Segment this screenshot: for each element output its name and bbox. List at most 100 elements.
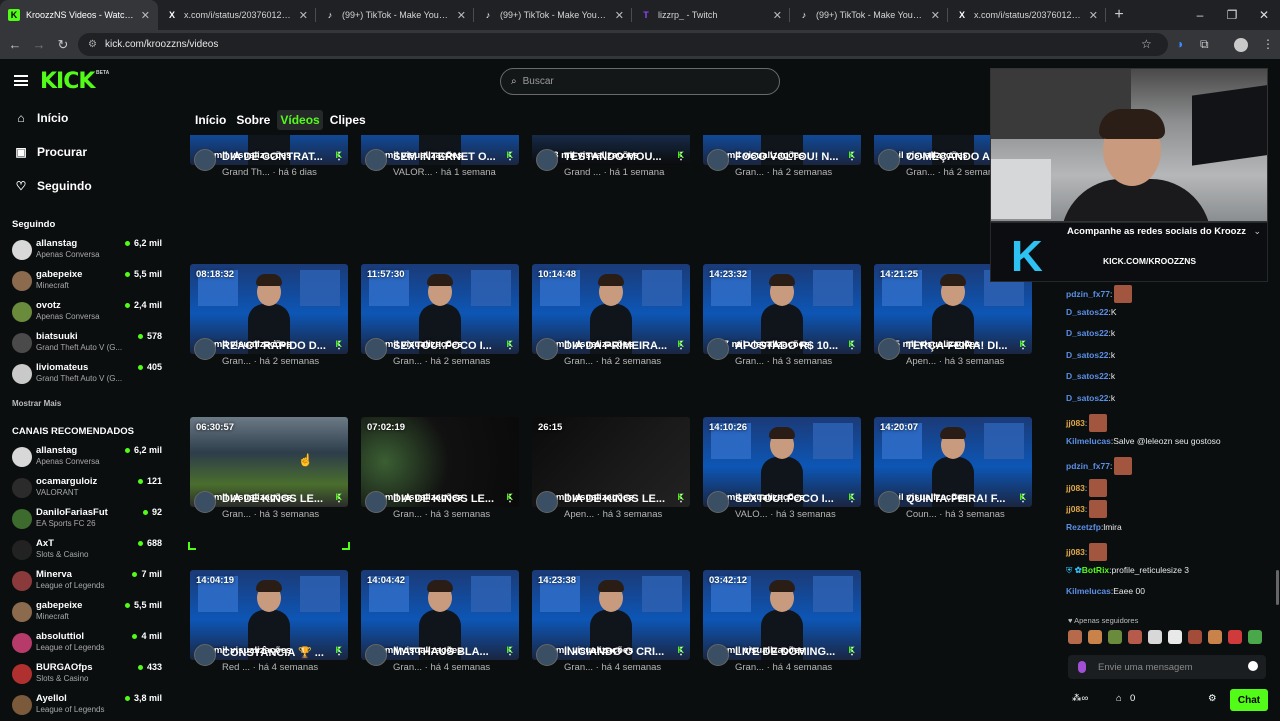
tab-clipes[interactable]: Clipes [327,110,369,130]
tab-close-icon[interactable]: ✕ [141,9,150,22]
social-banner[interactable]: Acompanhe as redes sociais do Kroozz ⌄ K… [990,222,1268,282]
video-menu-icon[interactable]: ⋮ [847,646,857,657]
minimize-icon[interactable]: – [1184,0,1216,30]
video-card[interactable]: 9,7 mil visualizações K DIA DE CONTRAT... ⋮… [188,135,350,215]
tab-close-icon[interactable]: ✕ [931,9,940,22]
browser-menu-icon[interactable]: ⋮ [1262,37,1274,51]
video-menu-icon[interactable]: ⋮ [334,151,344,162]
webcam-overlay[interactable] [990,68,1268,222]
chat-username[interactable]: pdzin_fx77 [1066,461,1110,471]
emote-icon[interactable] [1108,630,1122,644]
browser-tab[interactable]: Tlizzrp_ - Twitch ✕ [632,0,790,30]
tab-close-icon[interactable]: ✕ [299,9,308,22]
chat-send-button[interactable]: Chat [1230,689,1268,711]
channel-avatar[interactable] [536,338,558,360]
video-menu-icon[interactable]: ⋮ [334,493,344,504]
chat-username[interactable]: jj083 [1066,483,1085,493]
channel-avatar[interactable] [194,338,216,360]
tab-início[interactable]: Início [192,110,229,130]
browser-tab[interactable]: Xx.com/i/status/20376012475200 ✕ [158,0,316,30]
emote-icon[interactable] [1188,630,1202,644]
emoji-icon[interactable] [1248,661,1258,671]
channel-item[interactable]: gabepeixe Minecraft 5,5 mil [12,266,162,297]
channel-item[interactable]: liviomateus Grand Theft Auto V (G... 405 [12,359,162,390]
channel-avatar[interactable] [365,491,387,513]
video-menu-icon[interactable]: ⋮ [1018,493,1028,504]
channel-item[interactable]: allanstag Apenas Conversa 6,2 mil [12,442,162,473]
sidebar-nav-início[interactable]: ⌂ Início [14,111,164,125]
video-title[interactable]: SEXTOU! FOCO I... [393,340,503,352]
channel-item[interactable]: Minerva League of Legends 7 mil [12,566,162,597]
video-card[interactable]: 14:20:07 7 mil visualizações K QUINTA-FEIRA… [872,417,1034,557]
channel-avatar[interactable] [707,338,729,360]
emote-icon[interactable] [1228,630,1242,644]
chat-username[interactable]: Kilmelucas [1066,436,1111,446]
video-menu-icon[interactable]: ⋮ [1018,340,1028,351]
video-title[interactable]: SEXTOU! FOCO I... [735,493,845,505]
video-card[interactable]: 9,8 mil visualizações K FOCO VOLTOU! N... ⋮… [701,135,863,215]
video-card[interactable]: 11:57:30 9,9 mil visualizações K SEXTOU! FO… [359,264,521,404]
address-bar[interactable]: ⚙ kick.com/kroozzns/videos [78,33,1168,56]
video-card[interactable]: 8,3 mil visualizações K SEM INTERNET O... ⋮… [359,135,521,215]
video-menu-icon[interactable]: ⋮ [505,340,515,351]
chat-username[interactable]: jj083 [1066,547,1085,557]
chat-username[interactable]: pdzin_fx77 [1066,289,1110,299]
video-title[interactable]: SEM INTERNET O... [393,151,503,163]
reload-icon[interactable]: ↻ [51,37,75,53]
channel-item[interactable]: biatsuuki Grand Theft Auto V (G... 578 [12,328,162,359]
video-menu-icon[interactable]: ⋮ [334,340,344,351]
video-menu-icon[interactable]: ⋮ [676,493,686,504]
video-card[interactable]: 14:21:25 11,5 mil visualizações K TERÇA-FEI… [872,264,1034,404]
settings-gear-icon[interactable]: ⚙ [1208,693,1217,704]
infinity-icon[interactable]: ⁂∞ [1072,693,1088,704]
emote-icon[interactable] [1068,630,1082,644]
emote-icon[interactable] [1088,630,1102,644]
chevron-down-icon[interactable]: ⌄ [1253,226,1261,237]
tab-close-icon[interactable]: ✕ [457,9,466,22]
video-title[interactable]: FOCO VOLTOU! N... [735,151,845,163]
video-title[interactable]: TERÇA-FEIRA! DI... [906,340,1016,352]
video-card[interactable]: 26:15 4,3 mil visualizações K DIA DE KINGS … [530,417,692,557]
tab-vídeos[interactable]: Vídeos [277,110,323,130]
channel-avatar[interactable] [365,338,387,360]
channel-avatar[interactable] [707,491,729,513]
channel-avatar[interactable] [536,644,558,666]
channel-avatar[interactable] [536,149,558,171]
browser-tab[interactable]: K KroozzNS Videos - Watch On-D ✕ [0,0,158,30]
extensions-puzzle-icon[interactable]: ⧉ [1200,37,1209,52]
tab-close-icon[interactable]: ✕ [615,9,624,22]
video-menu-icon[interactable]: ⋮ [505,493,515,504]
channel-item[interactable]: Ayellol League of Legends 3,8 mil [12,690,162,721]
video-title[interactable]: DIA DE CONTRAT... [222,151,332,163]
chat-username[interactable]: jj083 [1066,418,1085,428]
chat-input[interactable]: Envie uma mensagem [1068,655,1266,679]
microphone-icon[interactable] [1078,661,1086,673]
emote-icon[interactable] [1148,630,1162,644]
video-title[interactable]: MATTHAUS BLA... [393,646,503,658]
video-title[interactable]: CONSTÂNCIA 🏆 ... [222,646,332,659]
channel-item[interactable]: gabepeixe Minecraft 5,5 mil [12,597,162,628]
channel-avatar[interactable] [194,149,216,171]
profile-avatar-icon[interactable] [1234,38,1248,52]
browser-tab[interactable]: ♪ (99+) TikTok - Make Your Day ✕ [316,0,474,30]
video-menu-icon[interactable]: ⋮ [847,340,857,351]
channel-avatar[interactable] [194,644,216,666]
tab-close-icon[interactable]: ✕ [773,9,782,22]
video-title[interactable]: REACT RÁPIDO D... [222,340,332,352]
restore-icon[interactable]: ❐ [1216,0,1248,30]
tab-close-icon[interactable]: ✕ [1089,9,1098,22]
channel-item[interactable]: allanstag Apenas Conversa 6,2 mil [12,235,162,266]
browser-tab[interactable]: ♪ (99+) TikTok - Make Your Day ✕ [474,0,632,30]
bookmark-star-icon[interactable]: ☆ [1141,37,1152,51]
chat-username[interactable]: Rezetzfp [1066,522,1101,532]
video-card[interactable]: 10,3 mil visualizações K TESTANDO MOU... ⋮ G… [530,135,692,215]
video-menu-icon[interactable]: ⋮ [847,493,857,504]
tab-sobre[interactable]: Sobre [233,110,273,130]
channel-avatar[interactable] [707,149,729,171]
video-menu-icon[interactable]: ⋮ [334,646,344,657]
video-menu-icon[interactable]: ⋮ [505,151,515,162]
chat-username[interactable]: D_satos22 [1066,371,1109,381]
video-menu-icon[interactable]: ⋮ [505,646,515,657]
video-title[interactable]: DIA DE KINGS LE... [564,493,674,505]
channel-item[interactable]: BURGAOfps Slots & Casino 433 [12,659,162,690]
